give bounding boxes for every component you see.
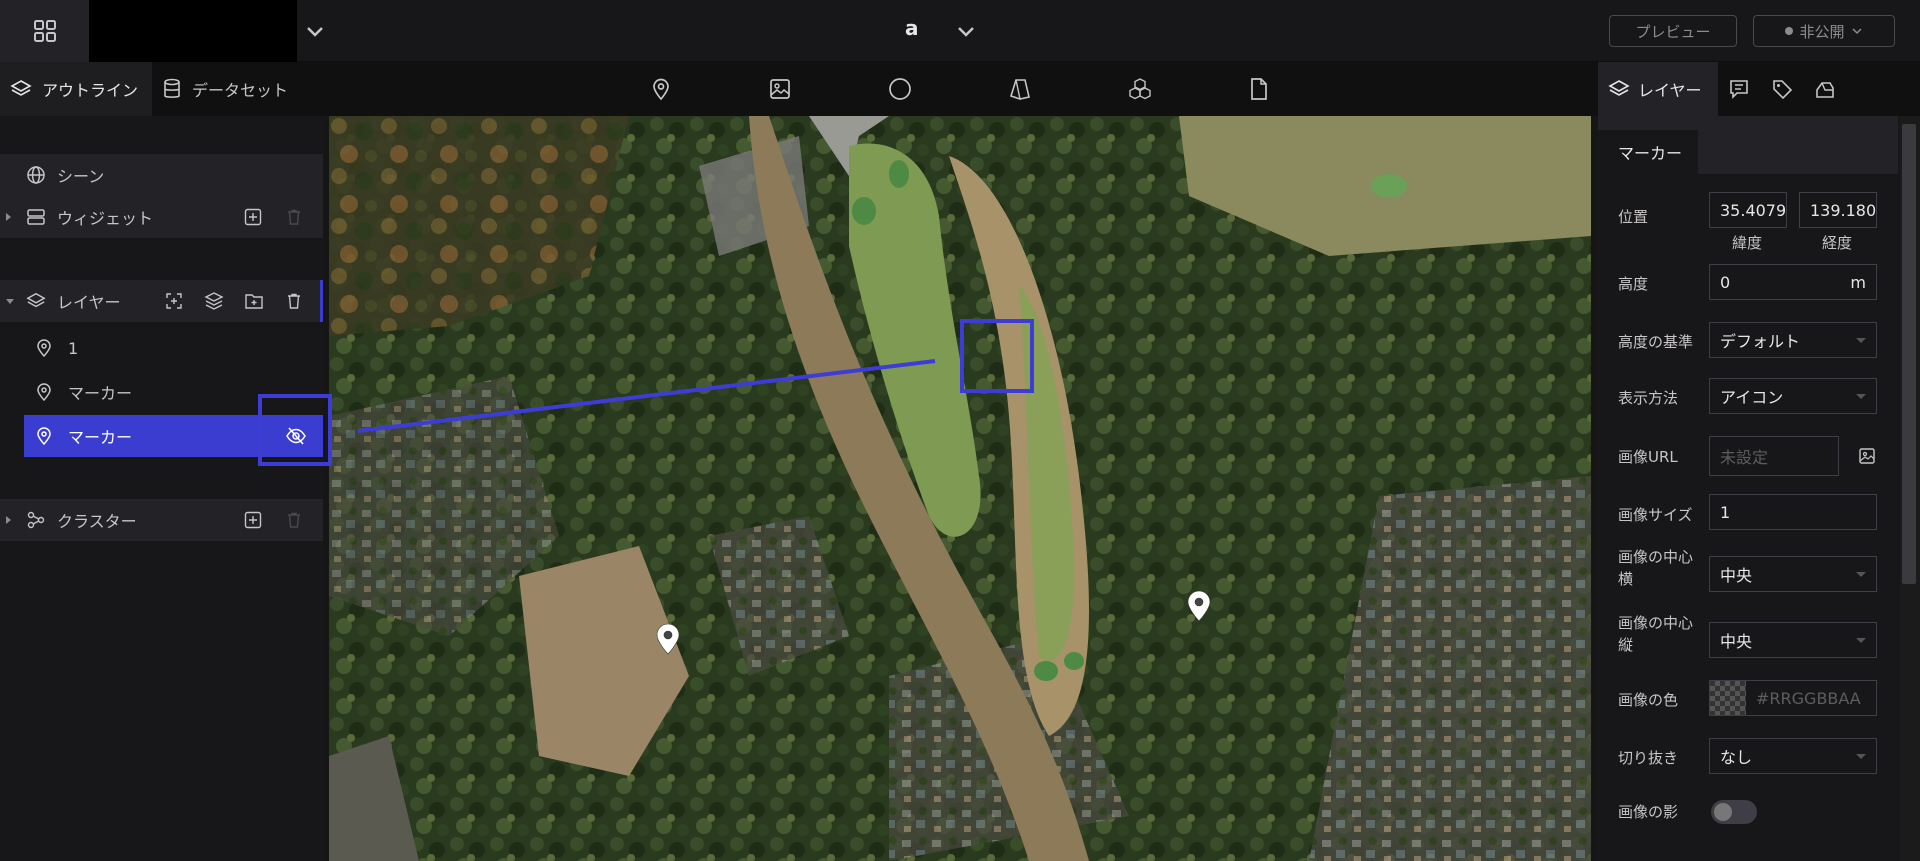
height-value: 0 [1720,272,1731,292]
color-placeholder: #RRGGBBAA [1756,688,1861,708]
tab-layer-inspector[interactable]: レイヤー [1598,62,1718,116]
tab-layer-label: レイヤー [1638,81,1702,100]
height-unit: m [1850,272,1866,292]
height-label: 高度 [1618,275,1649,293]
height-reference-label: 高度の基準 [1618,333,1694,351]
image-center-x-select[interactable]: 中央 [1709,556,1877,592]
position-label: 位置 [1618,208,1649,226]
comment-icon[interactable] [1728,78,1750,100]
display-method-select[interactable]: アイコン [1709,378,1877,414]
image-center-y-label: 画像の中心縦 [1618,614,1694,654]
layers-icon [1608,80,1630,96]
inspector-panel: レイヤー マーカー 位置 35.4079 緯度 139.180 経度 高度 0 [1598,62,1920,861]
image-center-x-label: 画像の中心横 [1618,548,1694,588]
longitude-input[interactable]: 139.180 [1799,192,1877,228]
image-shadow-label: 画像の影 [1618,803,1679,821]
tag-icon[interactable] [1771,78,1793,100]
height-input[interactable]: 0 m [1709,264,1877,300]
image-url-input[interactable]: 未設定 [1709,436,1839,476]
image-shadow-toggle[interactable] [1711,800,1757,824]
display-method-label: 表示方法 [1618,389,1679,407]
scene-icon[interactable] [1814,78,1836,100]
image-url-label: 画像URL [1618,448,1678,466]
image-size-label: 画像サイズ [1618,506,1693,524]
properties-area: マーカー 位置 35.4079 緯度 139.180 経度 高度 0 m 高度の… [1598,116,1898,861]
image-size-input[interactable]: 1 [1709,494,1877,530]
tab-marker-properties[interactable]: マーカー [1598,130,1698,174]
color-swatch[interactable] [1710,681,1746,715]
toggle-knob [1714,803,1732,821]
marker-properties: 位置 35.4079 緯度 139.180 経度 高度 0 m 高度の基準 デフ… [1598,174,1898,861]
image-color-input[interactable]: #RRGGBBAA [1709,680,1877,716]
latitude-label: 緯度 [1732,234,1763,252]
image-icon[interactable] [1858,447,1876,465]
crop-select[interactable]: なし [1709,738,1877,774]
longitude-label: 経度 [1822,234,1853,252]
height-reference-select[interactable]: デフォルト [1709,322,1877,358]
image-color-label: 画像の色 [1618,691,1679,709]
crop-label: 切り抜き [1618,749,1679,767]
right-tab-bar: レイヤー [1598,62,1920,116]
latitude-input[interactable]: 35.4079 [1709,192,1787,228]
image-center-y-select[interactable]: 中央 [1709,622,1877,658]
scrollbar-thumb[interactable] [1902,124,1916,584]
